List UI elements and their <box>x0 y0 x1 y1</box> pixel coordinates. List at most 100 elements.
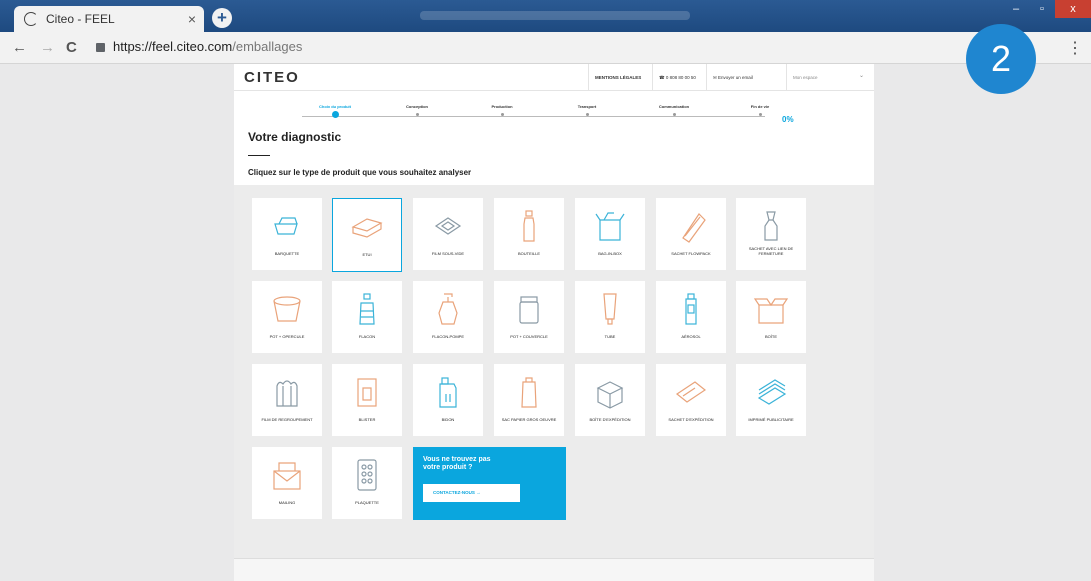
jar-icon <box>519 296 539 324</box>
back-icon[interactable]: ← <box>12 39 27 56</box>
product-tile[interactable]: BIDON <box>413 364 483 436</box>
product-tile[interactable]: MAILING <box>252 447 322 519</box>
window-close-icon[interactable]: x <box>1055 0 1091 18</box>
browser-menu-icon[interactable]: ⋮ <box>1067 38 1083 58</box>
product-grid: BARQUETTE ETUI FILM SOUS-VIDE BOUTEILLE BAG-… <box>234 185 874 581</box>
url-field[interactable]: https://feel.citeo.com/emballages <box>96 39 302 54</box>
progress-step[interactable]: Communication <box>644 104 704 116</box>
browser-tab[interactable]: Citeo - FEEL × <box>14 6 204 32</box>
new-tab-button[interactable]: + <box>212 8 232 28</box>
progress-stepper: Choix du produit Conception Production Tran… <box>234 104 874 126</box>
progress-step-dot <box>672 113 676 116</box>
product-tile[interactable]: BAG-IN-BOX <box>575 198 645 270</box>
mailing-icon <box>273 462 301 490</box>
product-tile[interactable]: FLACON-POMPE <box>413 281 483 353</box>
product-tile[interactable]: SACHET D'EXPÉDITION <box>656 364 726 436</box>
grouping-film-icon <box>276 380 298 407</box>
product-tile[interactable]: SACHET AVEC LIEN DE FERMETURE <box>736 198 806 270</box>
blister-icon <box>357 378 377 407</box>
product-tile[interactable]: FILM SOUS-VIDE <box>413 198 483 270</box>
progress-step[interactable]: Choix du produit <box>305 104 365 118</box>
window-title <box>420 11 690 20</box>
flask-icon <box>359 293 375 325</box>
page-footer <box>234 558 874 581</box>
progress-step-label: Conception <box>406 104 428 109</box>
contact-us-button[interactable]: CONTACTEZ-NOUS → <box>423 484 520 502</box>
aerosol-icon <box>685 293 697 325</box>
product-tile-label: BIDON <box>441 417 455 422</box>
product-tile[interactable]: BOÎTE D'EXPÉDITION <box>575 364 645 436</box>
browser-title-bar: Citeo - FEEL × + – ▫ x <box>0 0 1091 32</box>
product-tile-label: AÉROSOL <box>681 334 701 339</box>
contact-card: Vous ne trouvez pas votre produit ? CONT… <box>413 447 566 520</box>
tab-title: Citeo - FEEL <box>46 12 115 26</box>
product-tile-label: POT + OPERCULE <box>269 334 305 339</box>
progress-step[interactable]: Fin de vie <box>730 104 790 116</box>
product-tile-label: SAC PAPIER GROS OEUVRE <box>501 417 557 422</box>
progress-step[interactable]: Conception <box>387 104 447 116</box>
progress-step[interactable]: Production <box>472 104 532 116</box>
product-tile-label: FILM DE REGROUPEMENT <box>261 417 313 422</box>
product-tile[interactable]: FILM DE REGROUPEMENT <box>252 364 322 436</box>
site-header: CITEO MENTIONS LÉGALES ☎ 0 808 80 00 50 … <box>234 64 874 91</box>
reload-icon[interactable]: C <box>66 39 77 56</box>
product-tile-label: TUBE <box>604 334 616 339</box>
progress-step[interactable]: Transport <box>557 104 617 116</box>
progress-percent: 0% <box>782 115 794 124</box>
product-tile[interactable]: TUBE <box>575 281 645 353</box>
progress-step-dot <box>500 113 504 116</box>
progress-line <box>302 116 765 117</box>
product-tile[interactable]: ETUI <box>332 198 402 272</box>
contact-card-title: Vous ne trouvez pas votre produit ? <box>423 456 491 472</box>
tray-icon <box>274 217 298 235</box>
title-underline <box>248 155 270 156</box>
contact-title-line-2: votre produit ? <box>423 464 473 471</box>
product-tile[interactable]: POT + OPERCULE <box>252 281 322 353</box>
citeo-logo[interactable]: CITEO <box>244 69 300 86</box>
forward-icon[interactable]: → <box>40 39 55 56</box>
address-bar: ← → C https://feel.citeo.com/emballages … <box>0 32 1091 64</box>
email-link[interactable]: ✉ Envoyer un email <box>706 64 759 91</box>
product-tile[interactable]: PLAQUETTE <box>332 447 402 519</box>
product-tile[interactable]: SAC PAPIER GROS OEUVRE <box>494 364 564 436</box>
product-tile-label: PLAQUETTE <box>355 500 379 505</box>
product-tile[interactable]: BOÎTE <box>736 281 806 353</box>
tab-close-icon[interactable]: × <box>188 11 196 27</box>
lock-icon <box>96 43 105 52</box>
progress-step-dot <box>585 113 589 116</box>
product-tile[interactable]: BLISTER <box>332 364 402 436</box>
product-tile-label: BOUTEILLE <box>517 251 540 256</box>
carton-box-icon <box>753 298 789 324</box>
citeo-favicon-icon <box>24 12 38 26</box>
page-content: CITEO MENTIONS LÉGALES ☎ 0 808 80 00 50 … <box>234 64 874 581</box>
mentions-legales-link[interactable]: MENTIONS LÉGALES <box>588 64 647 91</box>
pot-lid-icon <box>273 296 301 322</box>
product-tile[interactable]: POT + COUVERCLE <box>494 281 564 353</box>
product-tile[interactable]: AÉROSOL <box>656 281 726 353</box>
product-tile-label: IMPRIMÉ PUBLICITAIRE <box>748 417 794 422</box>
maximize-icon[interactable]: ▫ <box>1029 0 1055 18</box>
product-tile[interactable]: FLACON <box>332 281 402 353</box>
step-number-badge: 2 <box>966 24 1036 94</box>
product-tile-label: FLACON <box>358 334 376 339</box>
product-tile[interactable]: SACHET FLOWPACK <box>656 198 726 270</box>
account-space-select[interactable]: Mon espace ⌄ <box>786 64 874 91</box>
account-space-value: Mon espace <box>793 75 818 80</box>
url-path: /emballages <box>232 39 303 54</box>
paper-sack-icon <box>521 377 537 408</box>
product-tile[interactable]: BARQUETTE <box>252 198 322 270</box>
tube-icon <box>603 293 617 325</box>
progress-step-label: Transport <box>577 104 597 109</box>
product-tile-label: ETUI <box>362 252 372 257</box>
minimize-icon[interactable]: – <box>1003 0 1029 18</box>
product-tile-label: MAILING <box>278 500 296 505</box>
tied-bag-icon <box>764 211 778 241</box>
contact-title-line-1: Vous ne trouvez pas <box>423 456 491 463</box>
product-tile-label: POT + COUVERCLE <box>510 334 548 339</box>
flyer-stack-icon <box>757 379 787 405</box>
progress-step-dot <box>415 113 419 116</box>
shipping-envelope-icon <box>675 381 707 403</box>
product-tile[interactable]: IMPRIMÉ PUBLICITAIRE <box>736 364 806 436</box>
phone-link[interactable]: ☎ 0 808 80 00 50 <box>652 64 702 91</box>
product-tile[interactable]: BOUTEILLE <box>494 198 564 270</box>
